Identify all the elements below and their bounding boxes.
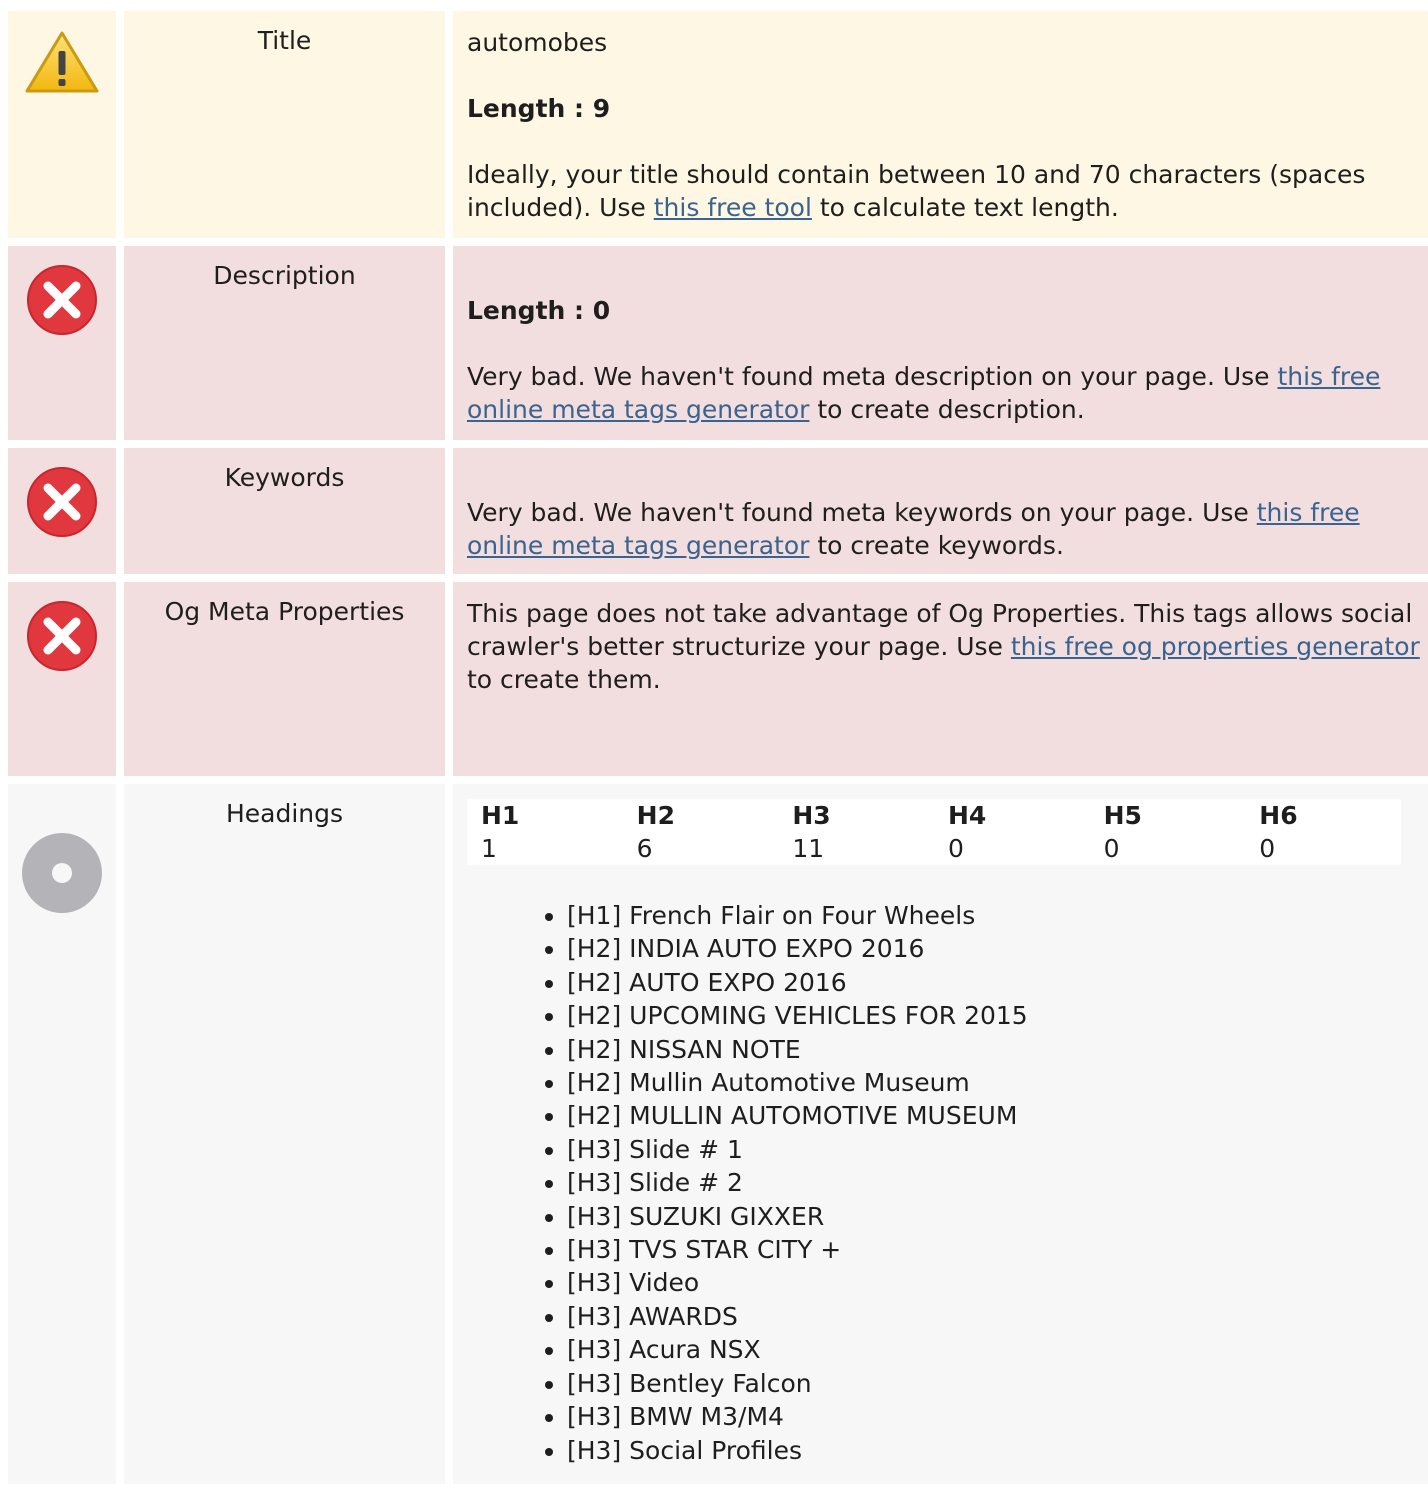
error-icon [26, 466, 98, 574]
list-item: [H3] BMW M3/M4 [567, 1400, 1426, 1433]
advice-text: Ideally, your title should contain betwe… [467, 160, 1366, 222]
og-properties-generator-link[interactable]: this free og properties generator [1011, 632, 1420, 661]
list-item: [H3] AWARDS [567, 1300, 1426, 1333]
row-label: Description [124, 246, 445, 440]
row-label: Title [124, 11, 445, 238]
column-header: H6 [1259, 801, 1298, 830]
row-body: This page does not take advantage of Og … [453, 582, 1428, 776]
list-item: [H3] Bentley Falcon [567, 1367, 1426, 1400]
status-cell [8, 11, 116, 238]
headings-list: [H1] French Flair on Four Wheels [H2] IN… [467, 899, 1426, 1467]
row-body: Length : 0 Very bad. We haven't found me… [453, 246, 1428, 440]
column-header: H3 [792, 801, 831, 830]
description-row: Description Length : 0 Very bad. We have… [8, 246, 1428, 440]
title-value: automobes [467, 28, 608, 57]
status-cell [8, 448, 116, 574]
headings-count-table: H1 H2 H3 H4 H5 H6 1 6 11 0 0 0 [467, 799, 1401, 865]
list-item: [H3] Acura NSX [567, 1333, 1426, 1366]
length-label: Length : 9 [467, 94, 611, 123]
list-item: [H3] Social Profiles [567, 1434, 1426, 1467]
length-label: Length : 0 [467, 296, 611, 325]
seo-report: Title automobes Length : 9 Ideally, your… [8, 11, 1428, 1492]
heading-count: 11 [792, 834, 825, 863]
list-item: [H3] Slide # 2 [567, 1166, 1426, 1199]
heading-count: 0 [947, 834, 964, 863]
table-header-row: H1 H2 H3 H4 H5 H6 [467, 799, 1401, 832]
heading-count: 6 [636, 834, 653, 863]
og-properties-row: Og Meta Properties This page does not ta… [8, 582, 1428, 776]
list-item: [H2] UPCOMING VEHICLES FOR 2015 [567, 999, 1426, 1032]
column-header: H1 [481, 801, 520, 830]
column-header: H2 [636, 801, 675, 830]
status-cell [8, 784, 116, 1484]
warning-icon [24, 29, 100, 238]
keywords-row: Keywords Very bad. We haven't found meta… [8, 448, 1428, 574]
list-item: [H3] TVS STAR CITY + [567, 1233, 1426, 1266]
list-item: [H2] Mullin Automotive Museum [567, 1066, 1426, 1099]
column-header: H4 [947, 801, 987, 830]
text-length-tool-link[interactable]: this free tool [654, 193, 812, 222]
list-item: [H2] AUTO EXPO 2016 [567, 966, 1426, 999]
advice-text: Very bad. We haven't found meta keywords… [467, 498, 1360, 560]
error-icon [26, 264, 98, 440]
row-label: Og Meta Properties [124, 582, 445, 776]
title-row: Title automobes Length : 9 Ideally, your… [8, 11, 1428, 238]
list-item: [H2] INDIA AUTO EXPO 2016 [567, 932, 1426, 965]
column-header: H5 [1103, 801, 1142, 830]
row-body: H1 H2 H3 H4 H5 H6 1 6 11 0 0 0 [H1] Fren… [453, 784, 1428, 1484]
advice-text: Very bad. We haven't found meta descript… [467, 362, 1381, 424]
list-item: [H1] French Flair on Four Wheels [567, 899, 1426, 932]
list-item: [H2] MULLIN AUTOMOTIVE MUSEUM [567, 1099, 1426, 1132]
list-item: [H3] Slide # 1 [567, 1133, 1426, 1166]
list-item: [H3] Video [567, 1266, 1426, 1299]
list-item: [H2] NISSAN NOTE [567, 1033, 1426, 1066]
list-item: [H3] SUZUKI GIXXER [567, 1200, 1426, 1233]
heading-count: 0 [1103, 834, 1120, 863]
row-label: Headings [124, 784, 445, 1484]
status-cell [8, 582, 116, 776]
error-icon [26, 600, 98, 776]
headings-row: Headings H1 H2 H3 H4 H5 H6 1 6 11 0 0 0 [8, 784, 1428, 1484]
row-body: automobes Length : 9 Ideally, your title… [453, 11, 1428, 238]
row-body: Very bad. We haven't found meta keywords… [453, 448, 1428, 574]
row-label: Keywords [124, 448, 445, 574]
status-cell [8, 246, 116, 440]
info-circle-icon [21, 832, 103, 1484]
advice-text: This page does not take advantage of Og … [467, 599, 1420, 694]
heading-count: 1 [481, 834, 497, 863]
heading-count: 0 [1259, 834, 1276, 863]
table-row: 1 6 11 0 0 0 [467, 832, 1401, 865]
